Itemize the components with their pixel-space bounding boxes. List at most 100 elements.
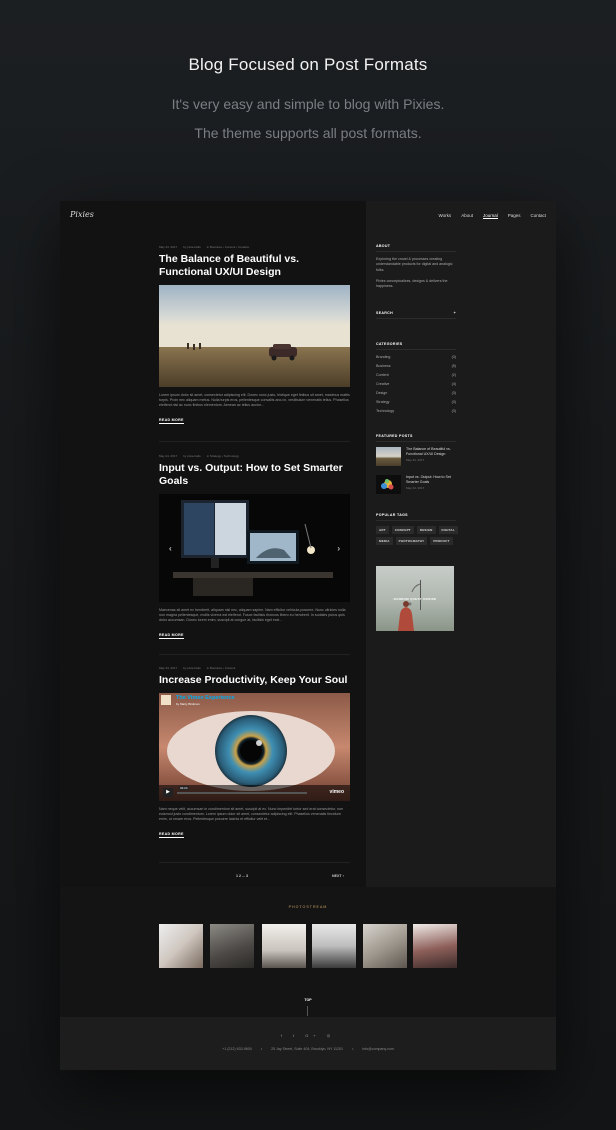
tag-cloud: ART CONCEPT DESIGN DIGITAL MEDIA PHOTOGR…: [376, 526, 461, 545]
hero-subtitle-line1: It's very easy and simple to blog with P…: [171, 96, 445, 112]
category-name: Technology: [376, 409, 395, 413]
categories-title: CATEGORIES: [376, 342, 403, 346]
divider: [376, 251, 456, 252]
nav-item-contact[interactable]: Contact: [530, 213, 546, 219]
gallery-prev-arrow[interactable]: ‹: [169, 544, 172, 553]
featured-post[interactable]: Input vs. Output: How to Set Smarter Goa…: [376, 475, 456, 494]
tag[interactable]: MEDIA: [376, 537, 393, 545]
video-player[interactable]: The Vimeo Experience by Marty Birdman ▶ …: [159, 693, 350, 801]
photostream-item[interactable]: [312, 924, 356, 968]
featured-post-title: The Balance of Beautiful vs. Functional …: [406, 447, 451, 456]
post-image[interactable]: [159, 285, 350, 387]
photostream-item[interactable]: [262, 924, 306, 968]
tag[interactable]: DIGITAL: [438, 526, 458, 534]
category-count: (3): [451, 355, 456, 359]
post-date: May 24, 2017: [159, 454, 178, 458]
category-name: Design: [376, 391, 388, 395]
post-title[interactable]: Input vs. Output: How to Set Smarter Goa…: [159, 462, 350, 488]
post-meta: May 24, 2017 by pixie-hallo in Business …: [159, 245, 350, 249]
post-author[interactable]: by pixie-hallo: [183, 454, 201, 458]
sidebar-about-text: Exploring the crowd & processes creating…: [376, 257, 453, 272]
post-divider: [159, 862, 350, 863]
post-meta: May 24, 2017 by pixie-hallo in Strategy …: [159, 454, 350, 458]
category-item[interactable]: Content (2): [376, 373, 456, 377]
pagination-next[interactable]: NEXT ›: [332, 874, 344, 878]
back-to-top-line: [307, 1006, 308, 1016]
site-preview: ABOUT Exploring the crowd & processes cr…: [60, 201, 556, 1070]
video-brand[interactable]: vimeo: [330, 789, 344, 795]
category-count: (3): [451, 400, 456, 404]
featured-thumb: [376, 447, 401, 466]
tag[interactable]: ART: [376, 526, 389, 534]
sidebar: ABOUT Exploring the crowd & processes cr…: [366, 201, 556, 887]
nav-item-about[interactable]: About: [461, 213, 473, 219]
read-more-link[interactable]: READ MORE: [159, 418, 184, 424]
post-author[interactable]: by pixie-hallo: [183, 666, 201, 670]
featured-post[interactable]: The Balance of Beautiful vs. Functional …: [376, 447, 456, 466]
plus-icon: +: [453, 311, 456, 315]
category-item[interactable]: Design (3): [376, 391, 456, 395]
post-categories[interactable]: in Strategy • Technology: [207, 454, 239, 458]
post-title[interactable]: The Balance of Beautiful vs. Functional …: [159, 253, 350, 279]
featured-title: FEATURED POSTS: [376, 434, 413, 438]
photostream-item[interactable]: [159, 924, 203, 968]
post-categories[interactable]: in Business • Content: [207, 666, 236, 670]
pagination-pages[interactable]: 1 2 ... 3: [236, 874, 248, 878]
divider: [376, 349, 456, 350]
post-divider: [159, 441, 350, 442]
photostream-item[interactable]: [413, 924, 457, 968]
play-button[interactable]: ▶: [163, 788, 173, 797]
sidebar-banner[interactable]: RANDOM QUEST ONSIDE: [376, 566, 454, 631]
read-more-link[interactable]: READ MORE: [159, 832, 184, 838]
read-more-link[interactable]: READ MORE: [159, 633, 184, 639]
category-item[interactable]: Strategy (3): [376, 400, 456, 404]
photostream-item[interactable]: [363, 924, 407, 968]
blog-post: May 24, 2017 by pixie-hallo in Business …: [159, 666, 350, 840]
video-progress-bar[interactable]: [177, 792, 307, 794]
category-name: Content: [376, 373, 389, 377]
nav-item-pages[interactable]: Pages: [508, 213, 521, 219]
tag[interactable]: PRODUCT: [430, 537, 453, 545]
featured-post-date: May 24, 2017: [406, 486, 425, 490]
nav-item-journal[interactable]: Journal: [482, 213, 498, 219]
category-name: Branding: [376, 355, 391, 359]
category-name: Strategy: [376, 400, 390, 404]
blog-post: May 24, 2017 by pixie-hallo in Strategy …: [159, 454, 350, 641]
banner-text: RANDOM QUEST ONSIDE: [393, 597, 437, 601]
footer-contact: +1 (212) 633-9600 • 25 Jay Street, Suite…: [222, 1047, 394, 1051]
site-logo[interactable]: Pixies: [70, 210, 94, 219]
next-label: NEXT: [332, 874, 342, 878]
site-footer: f t G+ ◎ +1 (212) 633-9600 • 25 Jay Stre…: [60, 1017, 556, 1070]
category-name: Business: [376, 364, 391, 368]
tags-title: POPULAR TAGS: [376, 513, 408, 517]
photostream-item[interactable]: [210, 924, 254, 968]
tag[interactable]: CONCEPT: [391, 526, 414, 534]
category-item[interactable]: Branding (3): [376, 355, 456, 359]
category-item[interactable]: Business (5): [376, 364, 456, 368]
back-to-top[interactable]: TOP: [60, 998, 556, 1002]
nav-item-works[interactable]: Works: [439, 213, 452, 219]
post-gallery[interactable]: ‹ ›: [159, 494, 350, 602]
post-author[interactable]: by pixie-hallo: [183, 245, 201, 249]
hero-subtitle-line2: The theme supports all post formats.: [194, 125, 422, 141]
tag[interactable]: PHOTOGRAPHY: [395, 537, 428, 545]
video-byline: by Marty Birdman: [176, 702, 200, 706]
category-item[interactable]: Creative (4): [376, 382, 456, 386]
post-excerpt: Maecenas sit amet ex hendrerit, aliquam …: [159, 608, 346, 622]
post-categories[interactable]: in Business • Content • Creative: [207, 245, 249, 249]
search-label: SEARCH: [376, 311, 393, 315]
category-count: (2): [451, 373, 456, 377]
category-item[interactable]: Technology (3): [376, 409, 456, 413]
gallery-next-arrow[interactable]: ›: [337, 544, 340, 553]
search-toggle[interactable]: SEARCH +: [376, 311, 456, 315]
divider: [376, 318, 456, 319]
post-title[interactable]: Increase Productivity, Keep Your Soul: [159, 674, 350, 687]
category-name: Creative: [376, 382, 390, 386]
hero-title: Blog Focused on Post Formats: [188, 55, 428, 74]
social-icons[interactable]: f t G+ ◎: [60, 1033, 556, 1038]
tag[interactable]: DESIGN: [416, 526, 436, 534]
video-title[interactable]: The Vimeo Experience: [176, 695, 235, 701]
post-divider: [159, 654, 350, 655]
footer-email[interactable]: info@company.com: [362, 1047, 394, 1051]
main-nav: Works About Journal Pages Contact: [439, 213, 546, 219]
